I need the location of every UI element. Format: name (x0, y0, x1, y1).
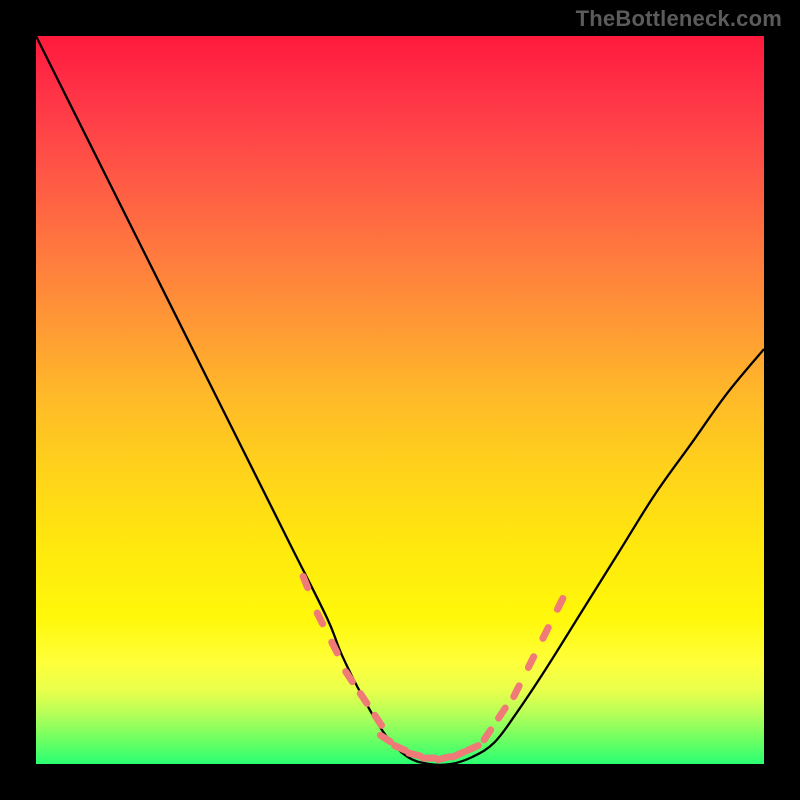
dash-segment (409, 753, 421, 756)
dash-segment (332, 642, 337, 653)
dash-segment (395, 746, 406, 751)
dash-segment (360, 693, 367, 703)
chart-root: TheBottleneck.com (0, 0, 800, 800)
watermark-text: TheBottleneck.com (576, 6, 782, 32)
bottleneck-curve (36, 36, 764, 765)
dash-segment (514, 686, 519, 697)
dash-segment (543, 628, 548, 639)
curve-layer (36, 36, 764, 764)
dashed-overlay (303, 576, 563, 759)
dash-segment (380, 735, 390, 742)
dash-segment (375, 715, 382, 725)
dash-segment (557, 598, 562, 609)
dash-segment (528, 657, 533, 668)
dash-segment (484, 730, 491, 740)
dash-segment (499, 708, 506, 718)
dash-segment (317, 613, 322, 624)
dash-segment (303, 576, 307, 587)
dash-segment (467, 746, 478, 751)
dash-segment (438, 757, 450, 760)
dash-segment (453, 752, 464, 757)
